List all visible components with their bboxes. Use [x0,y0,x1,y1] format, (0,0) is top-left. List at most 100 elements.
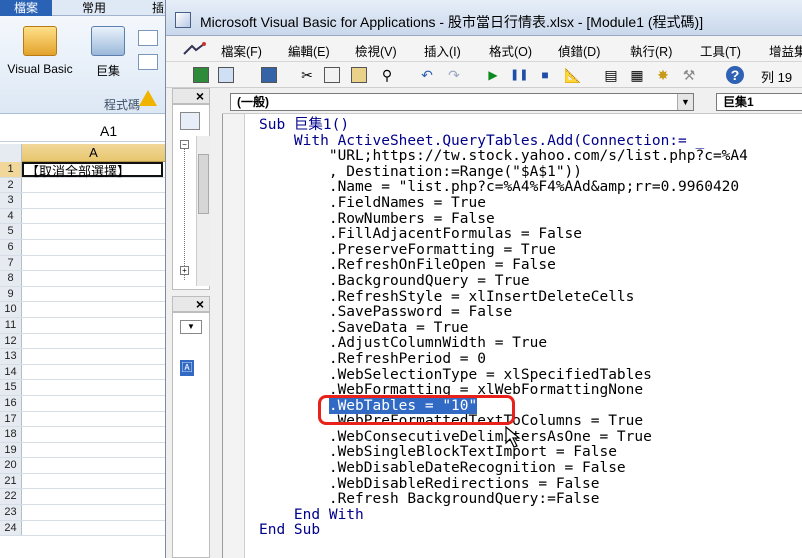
table-row[interactable]: 14 [0,364,165,381]
tab-home[interactable]: 常用 [74,0,114,16]
table-row[interactable]: 19 [0,442,165,459]
table-row[interactable]: 5 [0,224,165,240]
macros-button[interactable]: 巨集 [86,26,130,79]
cell-a23[interactable] [23,505,25,520]
row-number[interactable]: 18 [0,427,22,442]
cell-a2[interactable] [23,178,25,193]
cell-a12[interactable] [23,334,25,349]
code-line[interactable]: .Name = "list.php?c=%A4%F4%AAd&amp;rr=0.… [259,180,748,196]
row-number[interactable]: 17 [0,411,22,427]
table-row[interactable]: 3 [0,193,165,209]
row-number[interactable]: 2 [0,177,22,193]
code-line[interactable]: .RefreshStyle = xlInsertDeleteCells [259,289,748,306]
cell-a11[interactable] [23,318,25,333]
code-line[interactable]: .RefreshPeriod = 0 [259,351,748,368]
row-number[interactable]: 24 [0,520,22,536]
project-explorer-icon[interactable]: ▤ [602,66,620,84]
cell-a7[interactable] [23,256,25,271]
cell-a8[interactable] [23,271,25,286]
menu-debug[interactable]: 偵錯(D) [558,41,600,60]
row-number[interactable]: 21 [0,473,22,489]
code-line[interactable]: .PreserveFormatting = True [259,242,748,259]
code-line[interactable]: .SaveData = True [259,320,748,337]
row-number[interactable]: 15 [0,380,22,395]
row-number[interactable]: 7 [0,255,22,271]
toggle-folders-icon[interactable] [180,112,200,130]
cell-a19[interactable] [23,443,25,458]
redo-icon[interactable]: ↷ [445,66,463,84]
properties-window-icon[interactable]: ▦ [628,66,646,84]
row-number[interactable]: 4 [0,208,22,224]
menu-view[interactable]: 檢視(V) [355,41,397,60]
table-row[interactable]: 17 [0,411,165,428]
code-line[interactable]: With ActiveSheet.QueryTables.Add(Connect… [259,133,748,150]
code-line[interactable]: .FieldNames = True [259,195,748,212]
row-number[interactable]: 14 [0,364,22,380]
row-number[interactable]: 6 [0,239,22,255]
code-line[interactable]: , Destination:=Range("$A$1")) [259,164,748,181]
tree-expand-icon[interactable]: + [180,266,189,275]
table-row[interactable]: 12 [0,333,165,350]
row-number[interactable]: 5 [0,224,22,239]
table-row[interactable]: 23 [0,505,165,521]
column-header-a[interactable]: A [22,144,165,162]
cell-a1[interactable]: 【取消全部選擇】 [22,162,163,179]
close-icon[interactable]: × [193,89,207,103]
row-number[interactable]: 3 [0,193,22,208]
paste-icon[interactable] [351,67,367,83]
cell-a10[interactable] [23,302,25,317]
run-icon[interactable]: ▶ [484,66,502,84]
undo-icon[interactable]: ↶ [418,66,436,84]
code-line[interactable]: Sub 巨集1() [259,117,748,134]
table-row[interactable]: 9 [0,286,165,303]
close-icon[interactable]: × [193,297,207,311]
code-line[interactable]: End Sub [259,523,748,539]
worksheet-grid[interactable]: 1 【取消全部選擇】 2 3 4 5 6 7 8 9 10 11 12 13 14 15 16 17 18 19 20 2… [0,162,165,537]
table-row[interactable]: 13 [0,349,165,365]
code-line[interactable]: .RowNumbers = False [259,211,748,228]
break-icon[interactable]: ❚❚ [510,66,528,84]
cell-a20[interactable] [23,458,25,473]
macro-security-icon[interactable] [139,90,157,106]
properties-object-dropdown[interactable]: ▼ [180,320,202,334]
chevron-down-icon[interactable]: ▼ [677,94,693,110]
cut-icon[interactable]: ✂ [298,66,316,84]
vbe-app-icon[interactable] [175,12,191,28]
properties-window[interactable] [172,312,210,558]
toolbox-icon[interactable]: ⚒ [680,66,698,84]
menu-addins[interactable]: 增益集 [769,41,802,60]
code-line[interactable]: .Refresh BackgroundQuery:=False [259,491,748,508]
code-margin[interactable] [223,114,245,558]
table-row[interactable]: 2 [0,177,165,194]
row-number[interactable]: 1 [0,162,22,177]
row-number[interactable]: 23 [0,505,22,520]
cell-a5[interactable] [23,224,25,239]
menu-file[interactable]: 檔案(F) [221,41,262,60]
table-row[interactable]: 1 【取消全部選擇】 [0,162,165,179]
row-number[interactable]: 20 [0,458,22,473]
object-browser-icon[interactable]: ✸ [654,66,672,84]
cell-a22[interactable] [23,489,25,504]
code-line[interactable]: .WebSelectionType = xlSpecifiedTables [259,367,748,384]
properties-pane-header[interactable]: × [172,296,210,312]
code-line[interactable]: End With [259,507,748,524]
code-line[interactable]: .RefreshOnFileOpen = False [259,258,748,274]
insert-module-icon[interactable] [218,67,234,83]
row-number[interactable]: 19 [0,442,22,458]
visual-basic-button[interactable]: Visual Basic [0,26,80,76]
find-icon[interactable]: ⚲ [378,66,396,84]
row-number[interactable]: 13 [0,349,22,364]
code-text[interactable]: Sub 巨集1() With ActiveSheet.QueryTables.A… [259,117,748,539]
help-icon[interactable]: ? [726,66,744,84]
tab-file[interactable]: 檔案 [0,0,52,16]
select-all-corner[interactable] [0,144,22,162]
vbe-title-bar[interactable]: Microsoft Visual Basic for Applications … [166,0,802,36]
row-number[interactable]: 16 [0,395,22,411]
menu-run[interactable]: 執行(R) [630,41,672,60]
code-window-icon[interactable] [182,42,208,56]
menu-edit[interactable]: 編輯(E) [288,41,330,60]
relative-reference-icon[interactable] [138,54,158,70]
row-number[interactable]: 8 [0,271,22,286]
code-line[interactable]: .WebDisableDateRecognition = False [259,460,748,477]
cell-a17[interactable] [23,412,25,427]
